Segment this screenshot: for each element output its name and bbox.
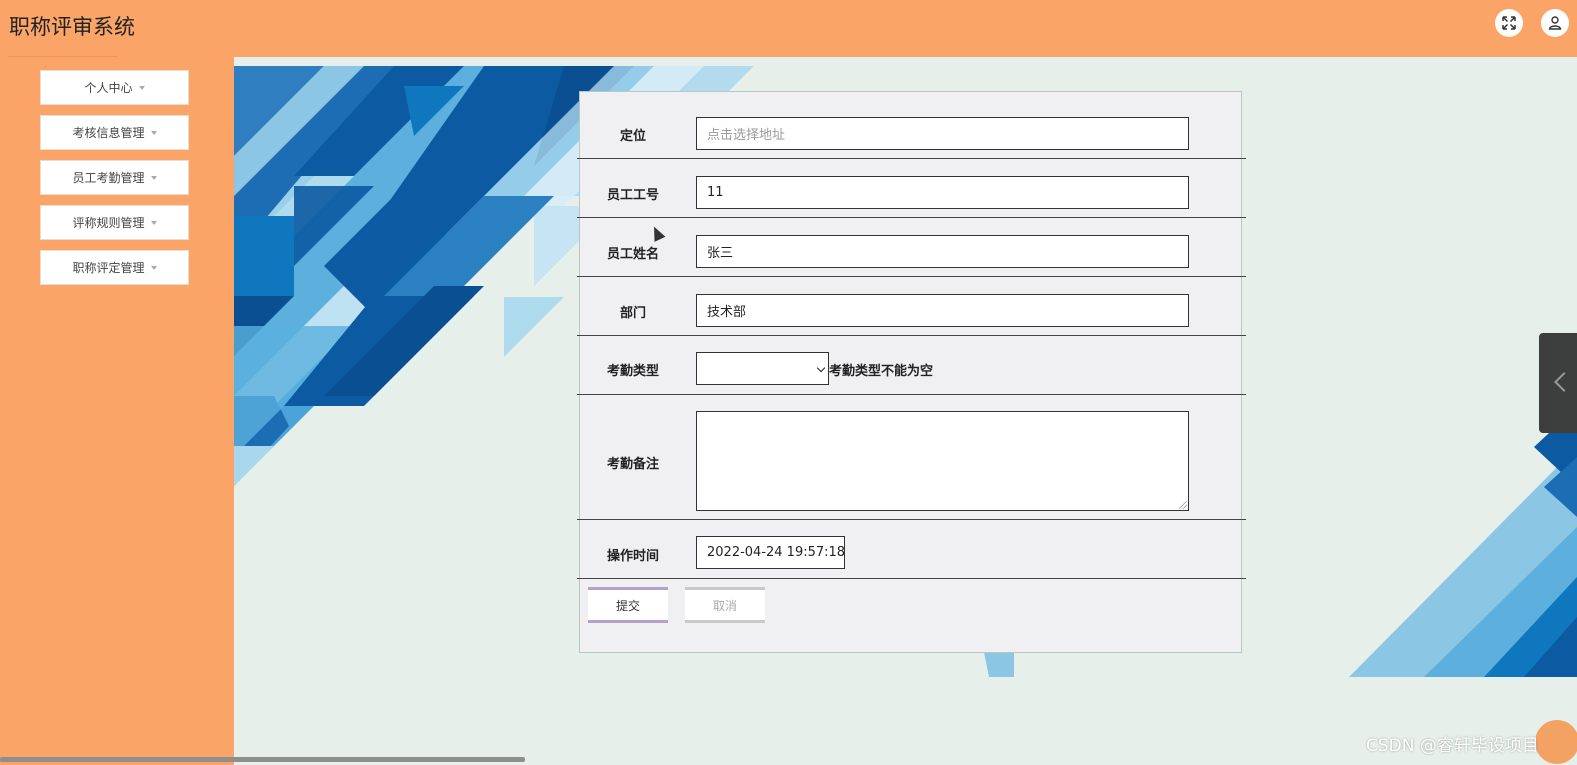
row-divider xyxy=(577,519,1246,520)
row-divider xyxy=(577,217,1246,218)
resize-handle-icon[interactable] xyxy=(1179,501,1187,509)
row-divider xyxy=(577,158,1246,159)
cancel-button[interactable]: 取消 xyxy=(685,587,765,623)
sidebar-item-label: 个人中心 xyxy=(84,81,133,95)
department-label: 部门 xyxy=(619,306,646,321)
caret-down-icon xyxy=(150,220,157,225)
employee-no-value: 11 xyxy=(707,185,724,200)
employee-no-label: 员工工号 xyxy=(606,188,659,203)
chevron-left-icon xyxy=(1554,372,1574,392)
sidebar-item-assessment[interactable]: 考核信息管理 xyxy=(40,115,189,150)
attendance-note-label: 考勤备注 xyxy=(606,457,659,472)
employee-name-input[interactable]: 张三 xyxy=(696,235,1189,268)
employee-name-label: 员工姓名 xyxy=(606,247,659,262)
app-title: 职称评审系统 xyxy=(9,15,135,39)
sidebar-item-rules[interactable]: 评称规则管理 xyxy=(40,205,189,240)
row-divider xyxy=(577,394,1246,395)
attendance-type-label: 考勤类型 xyxy=(606,364,659,379)
sidebar-item-title-evaluation[interactable]: 职称评定管理 xyxy=(40,250,189,285)
caret-down-icon xyxy=(150,130,157,135)
location-placeholder: 点击选择地址 xyxy=(707,128,786,143)
sidebar-item-label: 考核信息管理 xyxy=(72,126,145,140)
attendance-type-select[interactable] xyxy=(696,352,829,385)
user-button[interactable] xyxy=(1541,9,1569,37)
department-value: 技术部 xyxy=(707,305,747,320)
attendance-type-error: 考勤类型不能为空 xyxy=(829,364,934,379)
horizontal-scrollbar[interactable] xyxy=(0,757,525,762)
employee-no-input[interactable]: 11 xyxy=(696,176,1189,209)
top-header: 职称评审系统 xyxy=(0,0,1577,57)
floating-action-bubble[interactable] xyxy=(1535,720,1577,764)
side-collapse-tab[interactable] xyxy=(1539,333,1577,433)
caret-down-icon xyxy=(150,175,157,180)
caret-down-icon xyxy=(150,265,157,270)
location-label: 定位 xyxy=(619,129,646,144)
sidebar-item-label: 员工考勤管理 xyxy=(72,171,145,185)
expand-arrows-icon xyxy=(1502,16,1516,30)
caret-down-icon xyxy=(138,85,145,90)
sidebar-item-personal-center[interactable]: 个人中心 xyxy=(40,70,189,105)
operation-time-value: 2022-04-24 19:57:18 xyxy=(707,545,845,560)
chevron-down-icon xyxy=(816,363,826,373)
attendance-note-textarea[interactable] xyxy=(696,411,1189,511)
employee-name-value: 张三 xyxy=(707,246,734,261)
location-input[interactable]: 点击选择地址 xyxy=(696,117,1189,150)
row-divider xyxy=(577,578,1246,579)
sidebar-item-label: 职称评定管理 xyxy=(72,261,145,275)
operation-time-label: 操作时间 xyxy=(606,549,659,564)
department-input[interactable]: 技术部 xyxy=(696,294,1189,327)
row-divider xyxy=(577,335,1246,336)
submit-button[interactable]: 提交 xyxy=(588,587,668,623)
user-icon xyxy=(1548,16,1562,30)
row-divider xyxy=(577,276,1246,277)
watermark: CSDN @睿轩毕设项目 xyxy=(1366,736,1539,756)
operation-time-input[interactable]: 2022-04-24 19:57:18 xyxy=(696,536,845,569)
fullscreen-button[interactable] xyxy=(1495,9,1523,37)
sidebar-item-label: 评称规则管理 xyxy=(72,216,145,230)
sidebar-item-attendance[interactable]: 员工考勤管理 xyxy=(40,160,189,195)
